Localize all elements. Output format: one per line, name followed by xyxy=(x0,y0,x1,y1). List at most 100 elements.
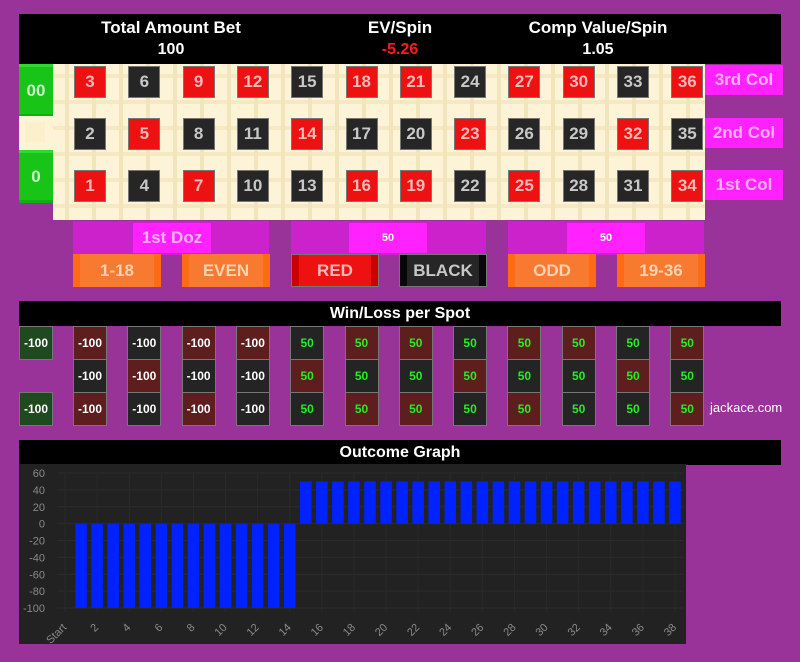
bet-19-36[interactable]: 19-36 xyxy=(617,254,705,287)
number-spot[interactable]: 26 xyxy=(508,118,541,150)
number-spot[interactable]: 3 xyxy=(74,66,106,98)
outcome-bar xyxy=(364,481,376,524)
outcome-chart-svg: 6040200-20-40-60-80-100Start 2 4 6 8 10 12 14 16… xyxy=(23,468,683,647)
column-bet-3rd[interactable]: 3rd Col xyxy=(705,65,783,95)
bet-even[interactable]: EVEN xyxy=(182,254,270,287)
dozen-bet-2nd[interactable]: 50 xyxy=(291,221,486,255)
winloss-cell: 50 xyxy=(561,359,596,393)
outcome-bar xyxy=(428,481,440,524)
number-spot[interactable]: 16 xyxy=(345,170,378,202)
number-spot[interactable]: 36 xyxy=(671,66,704,98)
number-spot[interactable]: 20 xyxy=(399,118,432,150)
winloss-cell: -100 xyxy=(127,359,162,393)
number-spot[interactable]: 9 xyxy=(182,66,215,98)
x-tick-label: 26 xyxy=(469,622,486,639)
number-spot[interactable]: 19 xyxy=(399,170,432,202)
outcome-bar xyxy=(187,523,200,608)
number-spot[interactable]: 11 xyxy=(236,118,269,150)
number-spot[interactable]: 12 xyxy=(236,66,269,98)
number-spot[interactable]: 2 xyxy=(74,118,106,150)
number-spot[interactable]: 8 xyxy=(182,118,215,150)
bet-odd[interactable]: ODD xyxy=(508,254,596,287)
x-tick-label: 38 xyxy=(662,622,679,639)
x-tick-label: 22 xyxy=(405,622,422,639)
dozen-bet-3rd[interactable]: 50 xyxy=(508,221,704,255)
y-tick-label: 40 xyxy=(33,485,45,497)
number-spot[interactable]: 1 xyxy=(74,170,106,202)
number-spot[interactable]: 24 xyxy=(454,66,487,98)
dozen-3rd-chip: 50 xyxy=(567,223,645,253)
outcome-bar xyxy=(621,481,633,524)
number-spot[interactable]: 10 xyxy=(236,170,269,202)
x-tick-label: Start xyxy=(44,622,69,644)
number-spot[interactable]: 28 xyxy=(562,170,595,202)
winloss-cell: 50 xyxy=(398,326,433,360)
number-spot[interactable]: 25 xyxy=(508,170,541,202)
winloss-cell: 50 xyxy=(507,326,542,360)
number-spot[interactable]: 29 xyxy=(562,118,595,150)
bet-red[interactable]: RED xyxy=(291,254,379,287)
spot-00[interactable]: 00 xyxy=(19,64,53,117)
winloss-cell: 50 xyxy=(453,326,488,360)
winloss-cell: -100 xyxy=(73,359,107,393)
outcome-bar xyxy=(637,481,649,524)
number-spot[interactable]: 7 xyxy=(182,170,215,202)
comp-value: 1.05 xyxy=(582,41,614,58)
column-bet-1st[interactable]: 1st Col xyxy=(705,170,783,200)
number-spot[interactable]: 18 xyxy=(345,66,378,98)
x-tick-label: 4 xyxy=(121,622,134,635)
number-spot[interactable]: 13 xyxy=(291,170,324,202)
number-spot[interactable]: 31 xyxy=(617,170,649,202)
outcome-bar xyxy=(669,481,681,524)
winloss-cell: 50 xyxy=(507,359,542,393)
number-spot[interactable]: 30 xyxy=(562,66,595,98)
column-bet-2nd[interactable]: 2nd Col xyxy=(705,118,783,148)
outcome-bar xyxy=(412,481,424,524)
y-tick-label: 0 xyxy=(39,519,45,531)
number-spot[interactable]: 23 xyxy=(454,118,487,150)
outcome-bar xyxy=(91,523,103,608)
x-tick-label: 8 xyxy=(185,622,198,635)
number-spot[interactable]: 6 xyxy=(128,66,161,98)
dozen-bet-1st[interactable]: 1st Doz xyxy=(73,221,269,255)
bet-1-18[interactable]: 1-18 xyxy=(73,254,161,287)
total-bet-value: 100 xyxy=(157,41,185,58)
x-tick-label: 32 xyxy=(566,622,583,639)
winloss-cell: 50 xyxy=(290,326,325,360)
number-spot[interactable]: 4 xyxy=(128,170,161,202)
number-spot[interactable]: 15 xyxy=(291,66,324,98)
outcome-bar xyxy=(460,481,473,524)
outcome-bar xyxy=(396,481,408,524)
number-spot[interactable]: 17 xyxy=(345,118,378,150)
site-credit[interactable]: jackace.com xyxy=(710,400,782,415)
number-spot[interactable]: 27 xyxy=(508,66,541,98)
winloss-cell: 50 xyxy=(616,359,650,393)
x-tick-label: 2 xyxy=(88,622,101,635)
x-tick-label: 18 xyxy=(341,622,358,639)
number-spot[interactable]: 34 xyxy=(671,170,704,202)
bet-black[interactable]: BLACK xyxy=(399,254,487,287)
number-spot[interactable]: 32 xyxy=(617,118,649,150)
winloss-cell: -100 xyxy=(73,326,107,360)
winloss-cell: 50 xyxy=(670,392,705,426)
winloss-cell: 50 xyxy=(344,392,379,426)
winloss-cell: -100 xyxy=(181,326,216,360)
winloss-cell: 50 xyxy=(453,359,488,393)
outcome-bar xyxy=(139,523,152,608)
winloss-cell: 50 xyxy=(616,326,650,360)
number-spot[interactable]: 22 xyxy=(454,170,487,202)
number-spot[interactable]: 14 xyxy=(291,118,324,150)
comp-stat: Comp Value/Spin 1.05 xyxy=(478,14,718,61)
winloss-cell: 50 xyxy=(344,359,379,393)
number-spot[interactable]: 21 xyxy=(399,66,432,98)
comp-label: Comp Value/Spin xyxy=(528,18,668,37)
x-tick-label: 20 xyxy=(373,622,390,639)
number-spot[interactable]: 5 xyxy=(128,118,161,150)
outcome-bar xyxy=(283,523,296,608)
number-spot[interactable]: 33 xyxy=(617,66,649,98)
number-spot[interactable]: 35 xyxy=(671,118,704,150)
outcome-bar xyxy=(524,481,537,524)
zero-split-spot[interactable] xyxy=(19,116,53,150)
spot-0[interactable]: 0 xyxy=(19,150,53,203)
winloss-00: -100 xyxy=(19,326,53,360)
